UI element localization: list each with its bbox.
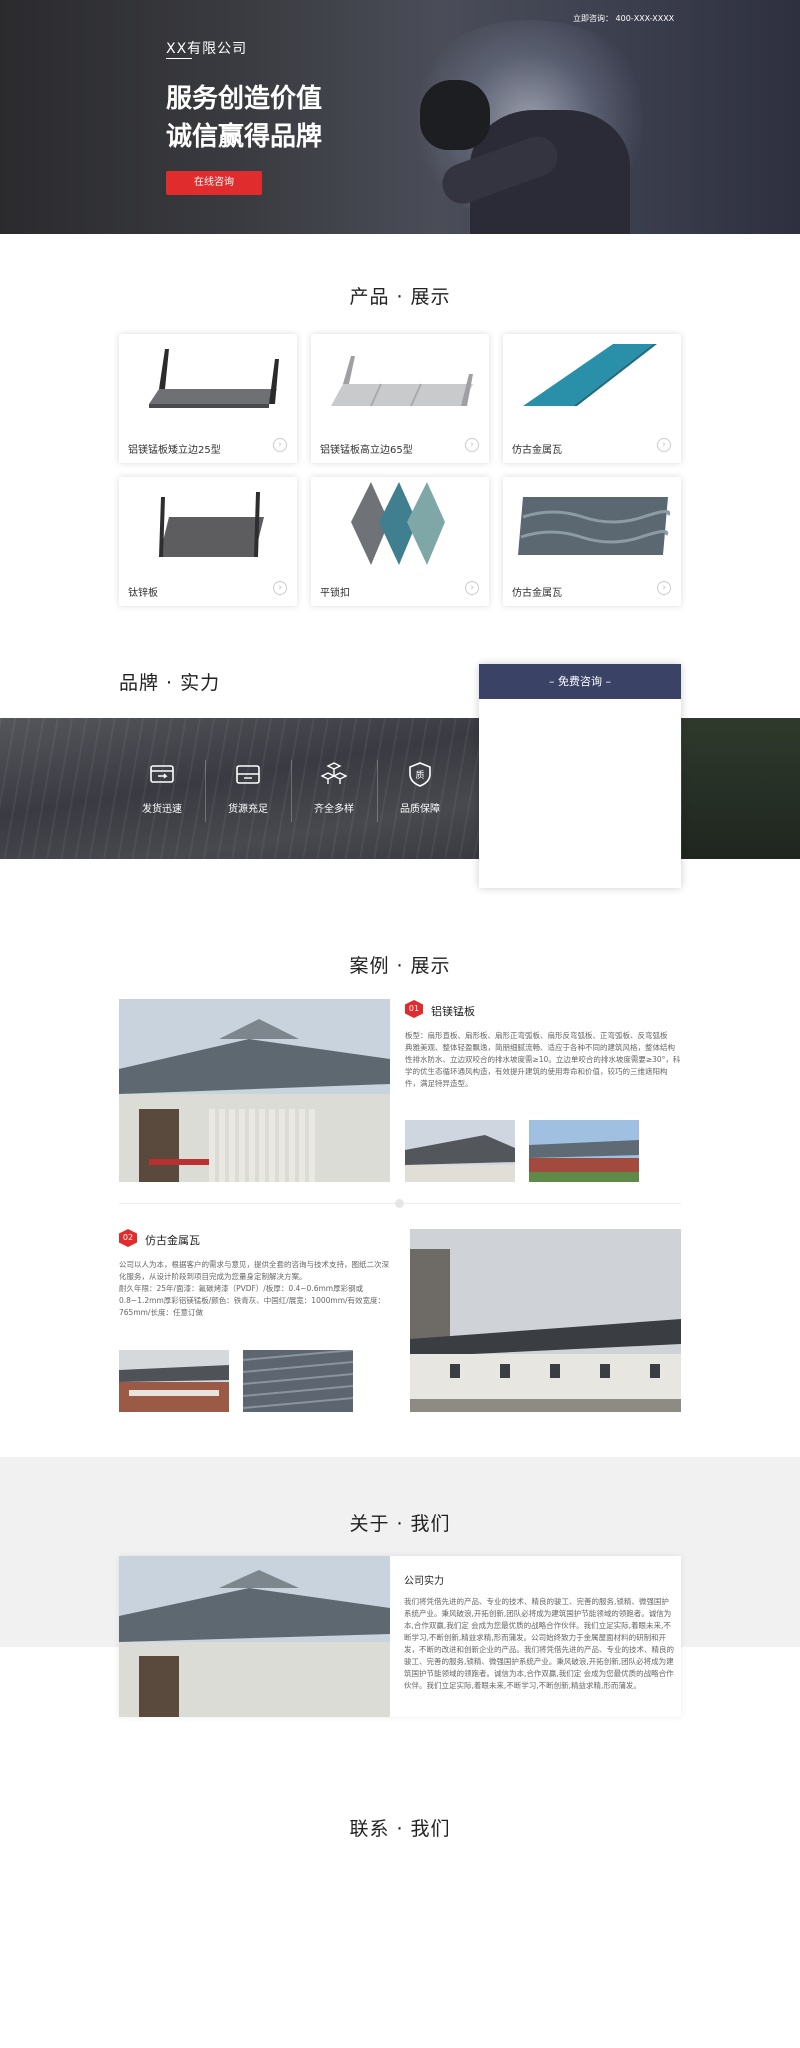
product-card[interactable]: 钛锌板 ›	[119, 477, 297, 606]
product-image	[119, 477, 297, 569]
chevron-right-icon[interactable]: ›	[273, 581, 287, 595]
truck-icon	[148, 760, 176, 788]
feature-label: 齐全多样	[314, 804, 354, 815]
products-title: 产品 · 展示	[349, 286, 451, 308]
hero-slogan-line1: 服务创造价值	[166, 84, 323, 114]
contact-title: 联系 · 我们	[349, 1818, 451, 1840]
chevron-right-icon[interactable]: ›	[465, 438, 479, 452]
svg-text:质: 质	[415, 769, 424, 781]
feature-item: 齐全多样	[291, 760, 377, 815]
product-image	[503, 334, 681, 426]
case-description: 板型：扇形直板、扇形板、扇形正弯弧板、扇形反弯弧板、正弯弧板、反弯弧板 典雅美观…	[405, 1031, 681, 1088]
feature-label: 发货迅速	[142, 804, 182, 815]
case-thumbnail[interactable]	[529, 1120, 639, 1182]
box-icon	[234, 760, 262, 788]
hero-slogan: 服务创造价值 诚信赢得品牌	[166, 80, 322, 156]
online-consult-button[interactable]: 在线咨询	[166, 171, 262, 195]
chevron-right-icon[interactable]: ›	[657, 438, 671, 452]
case-number-badge: 02	[119, 1229, 137, 1247]
brand-title: 品牌 · 实力	[119, 672, 221, 694]
free-consult-panel[interactable]: – 免费咨询 –	[479, 664, 681, 888]
case-description: 公司以人为本，根据客户的需求与意见，提供全套的咨询与技术支持，图纸二次深化服务，…	[119, 1260, 389, 1317]
feature-item: 发货迅速	[119, 760, 205, 815]
cubes-icon	[320, 760, 348, 788]
hero-company-name: XX有限公司	[166, 41, 248, 57]
about-image	[119, 1556, 390, 1717]
hero-hotline: 立即咨询： 400-XXX-XXXX	[573, 14, 675, 23]
chevron-right-icon[interactable]: ›	[465, 581, 479, 595]
case-thumbnail[interactable]	[405, 1120, 515, 1182]
product-image	[119, 334, 297, 426]
product-card[interactable]: 仿古金属瓦 ›	[503, 477, 681, 606]
feature-label: 品质保障	[400, 804, 440, 815]
case-name: 铝镁锰板	[431, 1005, 475, 1018]
product-card[interactable]: 铝镁锰板高立边65型 ›	[311, 334, 489, 463]
product-label: 仿古金属瓦	[512, 445, 562, 456]
brand-banner-trees	[682, 718, 800, 859]
cases-title: 案例 · 展示	[349, 955, 451, 977]
case-thumbnail[interactable]	[243, 1350, 353, 1412]
free-consult-title: – 免费咨询 –	[479, 664, 681, 699]
about-heading: 公司实力	[404, 1576, 444, 1587]
product-label: 铝镁锰板高立边65型	[320, 445, 413, 456]
case-name: 仿古金属瓦	[145, 1234, 200, 1247]
case-thumbnail[interactable]	[119, 1350, 229, 1412]
product-card[interactable]: 铝镁锰板矮立边25型 ›	[119, 334, 297, 463]
product-card[interactable]: 仿古金属瓦 ›	[503, 334, 681, 463]
chevron-right-icon[interactable]: ›	[657, 581, 671, 595]
product-image	[311, 334, 489, 426]
feature-item: 质 品质保障	[377, 760, 463, 815]
case-number-badge: 01	[405, 1000, 423, 1018]
hero-banner: 立即咨询： 400-XXX-XXXX XX有限公司 服务创造价值 诚信赢得品牌 …	[0, 0, 800, 234]
case-image-main	[119, 999, 390, 1182]
product-image	[503, 477, 681, 569]
product-image	[311, 477, 489, 569]
product-label: 铝镁锰板矮立边25型	[128, 445, 221, 456]
about-title: 关于 · 我们	[349, 1513, 451, 1535]
product-label: 平锁扣	[320, 588, 350, 599]
about-text: 我们将凭借先进的产品、专业的技术、精良的骏工、完善的服务,锁精、微强国护系统产业…	[404, 1597, 674, 1690]
about-card: 公司实力 我们将凭借先进的产品、专业的技术、精良的骏工、完善的服务,锁精、微强国…	[119, 1556, 681, 1717]
hero-company-underline	[166, 58, 192, 59]
case-divider-dot	[395, 1199, 404, 1208]
feature-item: 货源充足	[205, 760, 291, 815]
product-label: 仿古金属瓦	[512, 588, 562, 599]
shield-quality-icon: 质	[406, 760, 434, 788]
product-card[interactable]: 平锁扣 ›	[311, 477, 489, 606]
hero-slogan-line2: 诚信赢得品牌	[166, 122, 323, 152]
feature-label: 货源充足	[228, 804, 268, 815]
hero-welder-helmet	[420, 80, 490, 150]
product-label: 钛锌板	[128, 588, 158, 599]
case-image-main	[410, 1229, 681, 1412]
chevron-right-icon[interactable]: ›	[273, 438, 287, 452]
